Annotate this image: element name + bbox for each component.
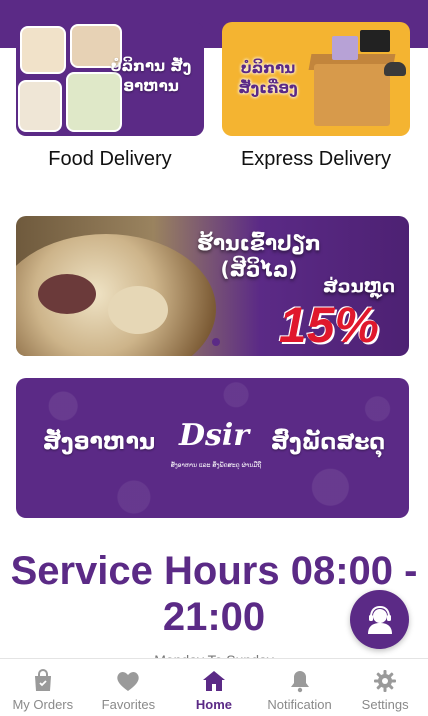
nav-label-home: Home xyxy=(195,697,233,712)
shoe-item xyxy=(384,62,406,76)
nav-item-notification[interactable]: Notification xyxy=(257,659,343,716)
heart-icon xyxy=(115,669,141,693)
express-delivery-label[interactable]: Express Delivery xyxy=(222,148,410,171)
nav-item-settings[interactable]: Settings xyxy=(342,659,428,716)
brand-logo: Dsir xyxy=(178,418,250,453)
support-button[interactable] xyxy=(350,590,409,649)
parcel-box xyxy=(314,64,390,126)
food-delivery-card[interactable]: ບໍລິການ ສັ່ງອາຫານ xyxy=(16,22,204,136)
food-delivery-label[interactable]: Food Delivery xyxy=(16,148,204,171)
orders-bag-icon xyxy=(30,669,56,693)
express-delivery-card[interactable]: ບໍລິການ ສັ່ງເຄື່ອງ xyxy=(222,22,410,136)
express-delivery-lao-title: ບໍລິການ ສັ່ງເຄື່ອງ xyxy=(238,59,298,97)
bottom-navigation: My Orders Favorites Home Notification Se… xyxy=(0,658,428,716)
nav-label-settings: Settings xyxy=(361,697,409,712)
brand-banner[interactable]: ສັ່ງອາຫານ Dsir ສັ່ງອາຫານ ແລະ ສິ່ງພັດສະດຸ… xyxy=(16,378,409,518)
brand-left-text: ສັ່ງອາຫານ xyxy=(42,430,156,455)
nav-label-notification: Notification xyxy=(267,697,332,712)
food-delivery-lao-title: ບໍລິການ ສັ່ງອາຫານ xyxy=(110,57,192,95)
bell-icon xyxy=(287,669,313,693)
nav-label-my-orders: My Orders xyxy=(12,697,74,712)
meat-image xyxy=(38,274,96,314)
brand-right-text: ສົ່ງພັດສະດຸ xyxy=(270,430,386,455)
home-icon xyxy=(201,669,227,693)
promo-title: ຮ້ານເຂົ້າປຽກ (ສີວິໄລ) xyxy=(197,231,321,281)
brand-subtitle: ສັ່ງອາຫານ ແລະ ສິ່ງພັດສະດຸ ຜ່ານມືຖື xyxy=(170,462,262,469)
gift-box xyxy=(332,36,358,60)
promo-banner[interactable]: ຮ້ານເຂົ້າປຽກ (ສີວິໄລ) ສ່ວນຫຼຸດ 15% xyxy=(16,216,409,356)
dumpling-image xyxy=(108,286,168,334)
carousel-dot[interactable] xyxy=(212,338,220,346)
nav-item-home[interactable]: Home xyxy=(171,659,257,716)
promo-discount-value: 15% xyxy=(278,297,379,353)
nav-item-favorites[interactable]: Favorites xyxy=(86,659,172,716)
gear-icon xyxy=(372,669,398,693)
support-agent-icon xyxy=(367,605,392,634)
nav-item-my-orders[interactable]: My Orders xyxy=(0,659,86,716)
nav-label-favorites: Favorites xyxy=(101,697,156,712)
promo-discount-label: ສ່ວນຫຼຸດ xyxy=(322,276,395,297)
laptop-item xyxy=(360,30,390,52)
